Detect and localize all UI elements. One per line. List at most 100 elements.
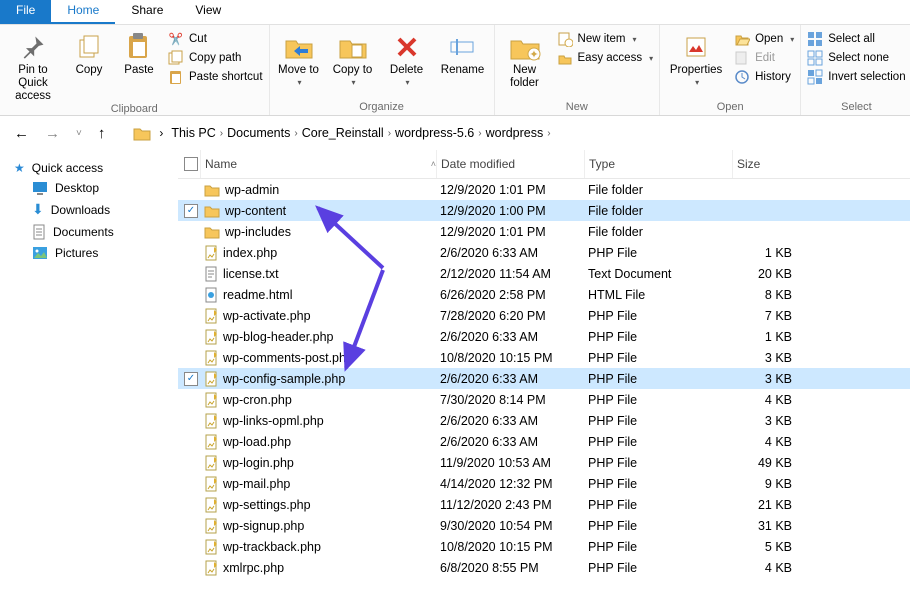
row-checkbox[interactable]: ✓ — [184, 372, 198, 386]
select-all-checkbox[interactable] — [184, 157, 198, 171]
file-size: 1 KB — [732, 330, 802, 344]
breadcrumb-item[interactable]: Core_Reinstall — [302, 126, 384, 140]
back-button[interactable]: ← — [10, 125, 33, 142]
file-row[interactable]: wp-comments-post.php10/8/2020 10:15 PMPH… — [178, 347, 910, 368]
file-row[interactable]: wp-blog-header.php2/6/2020 6:33 AMPHP Fi… — [178, 326, 910, 347]
desktop-icon — [32, 181, 48, 195]
file-size: 1 KB — [732, 246, 802, 260]
select-none-button[interactable]: Select none — [807, 50, 905, 66]
pin-to-quick-button[interactable]: Pin to Quick access — [6, 27, 60, 103]
file-row[interactable]: wp-links-opml.php2/6/2020 6:33 AMPHP Fil… — [178, 410, 910, 431]
file-row[interactable]: index.php2/6/2020 6:33 AMPHP File1 KB — [178, 242, 910, 263]
file-size: 49 KB — [732, 456, 802, 470]
file-type: PHP File — [584, 519, 732, 533]
file-type: File folder — [584, 204, 732, 218]
edit-button[interactable]: Edit — [734, 50, 794, 66]
file-name: wp-activate.php — [223, 309, 311, 323]
sidebar-downloads[interactable]: ⬇Downloads — [14, 198, 178, 221]
properties-icon — [680, 31, 712, 63]
tab-file[interactable]: File — [0, 0, 51, 24]
svg-text:✦: ✦ — [529, 49, 538, 61]
file-date: 10/8/2020 10:15 PM — [436, 540, 584, 554]
sidebar-desktop[interactable]: Desktop — [14, 178, 178, 198]
file-date: 6/8/2020 8:55 PM — [436, 561, 584, 575]
properties-button[interactable]: Properties▾ — [666, 27, 726, 87]
php-icon — [204, 434, 218, 450]
breadcrumb-item[interactable]: wordpress — [486, 126, 544, 140]
breadcrumb-item[interactable]: wordpress-5.6 — [395, 126, 474, 140]
easy-access-button[interactable]: Easy access▾ — [557, 50, 654, 66]
file-row[interactable]: xmlrpc.php6/8/2020 8:55 PMPHP File4 KB — [178, 557, 910, 578]
copy-button[interactable]: Copy — [68, 27, 110, 77]
cut-button[interactable]: ✂️Cut — [168, 31, 263, 47]
breadcrumb-item[interactable]: This PC — [171, 126, 215, 140]
invert-selection-button[interactable]: Invert selection — [807, 69, 905, 85]
paste-shortcut-button[interactable]: Paste shortcut — [168, 69, 263, 85]
tab-view[interactable]: View — [179, 0, 237, 24]
select-all-button[interactable]: Select all — [807, 31, 905, 47]
sidebar-quick-access[interactable]: ★Quick access — [14, 158, 178, 178]
col-name[interactable]: Name˄ — [200, 150, 436, 178]
file-row[interactable]: wp-settings.php11/12/2020 2:43 PMPHP Fil… — [178, 494, 910, 515]
file-name: wp-comments-post.php — [223, 351, 353, 365]
file-row[interactable]: ✓wp-content12/9/2020 1:00 PMFile folder — [178, 200, 910, 221]
file-name: xmlrpc.php — [223, 561, 284, 575]
history-button[interactable]: History — [734, 69, 794, 85]
php-icon — [204, 329, 218, 345]
breadcrumb-item[interactable]: Documents — [227, 126, 290, 140]
up-button[interactable]: ↑ — [94, 125, 110, 142]
chevron-down-icon: ▾ — [298, 78, 302, 87]
file-row[interactable]: wp-signup.php9/30/2020 10:54 PMPHP File3… — [178, 515, 910, 536]
open-button[interactable]: Open▾ — [734, 31, 794, 47]
file-size: 20 KB — [732, 267, 802, 281]
folder-icon — [133, 125, 151, 141]
folder-icon — [204, 225, 220, 239]
pin-icon — [17, 31, 49, 63]
recent-button[interactable]: ˅ — [72, 128, 86, 139]
move-to-button[interactable]: Move to▾ — [276, 27, 322, 87]
file-type: PHP File — [584, 309, 732, 323]
new-folder-icon: ✦ — [509, 31, 541, 63]
column-headers: Name˄ Date modified Type Size — [178, 150, 910, 179]
file-size: 3 KB — [732, 351, 802, 365]
row-checkbox[interactable]: ✓ — [184, 204, 198, 218]
file-row[interactable]: wp-admin12/9/2020 1:01 PMFile folder — [178, 179, 910, 200]
forward-button[interactable]: → — [41, 125, 64, 142]
file-date: 2/6/2020 6:33 AM — [436, 414, 584, 428]
delete-button[interactable]: Delete▾ — [384, 27, 430, 87]
paste-button[interactable]: Paste — [118, 27, 160, 77]
txt-icon — [204, 266, 218, 282]
new-item-button[interactable]: New item▾ — [557, 31, 654, 47]
sidebar-pictures[interactable]: Pictures — [14, 243, 178, 263]
file-row[interactable]: wp-login.php11/9/2020 10:53 AMPHP File49… — [178, 452, 910, 473]
file-size: 21 KB — [732, 498, 802, 512]
file-size: 3 KB — [732, 414, 802, 428]
rename-button[interactable]: Rename — [438, 27, 488, 77]
file-row[interactable]: license.txt2/12/2020 11:54 AMText Docume… — [178, 263, 910, 284]
copy-to-button[interactable]: Copy to▾ — [330, 27, 376, 87]
open-icon — [734, 31, 750, 47]
file-row[interactable]: ✓wp-config-sample.php2/6/2020 6:33 AMPHP… — [178, 368, 910, 389]
file-type: PHP File — [584, 330, 732, 344]
col-date[interactable]: Date modified — [436, 150, 584, 178]
new-folder-button[interactable]: ✦New folder — [501, 27, 549, 90]
copy-path-button[interactable]: Copy path — [168, 50, 263, 66]
sidebar-documents[interactable]: Documents — [14, 221, 178, 243]
breadcrumb[interactable]: This PC›Documents›Core_Reinstall›wordpre… — [171, 126, 550, 140]
file-row[interactable]: wp-trackback.php10/8/2020 10:15 PMPHP Fi… — [178, 536, 910, 557]
file-type: HTML File — [584, 288, 732, 302]
file-row[interactable]: wp-mail.php4/14/2020 12:32 PMPHP File9 K… — [178, 473, 910, 494]
paste-shortcut-icon — [168, 69, 184, 85]
file-row[interactable]: wp-load.php2/6/2020 6:33 AMPHP File4 KB — [178, 431, 910, 452]
col-size[interactable]: Size — [732, 150, 802, 178]
file-size: 4 KB — [732, 393, 802, 407]
tab-share[interactable]: Share — [115, 0, 179, 24]
tab-home[interactable]: Home — [51, 0, 115, 24]
col-type[interactable]: Type — [584, 150, 732, 178]
file-size: 7 KB — [732, 309, 802, 323]
file-row[interactable]: readme.html6/26/2020 2:58 PMHTML File8 K… — [178, 284, 910, 305]
file-row[interactable]: wp-cron.php7/30/2020 8:14 PMPHP File4 KB — [178, 389, 910, 410]
file-row[interactable]: wp-activate.php7/28/2020 6:20 PMPHP File… — [178, 305, 910, 326]
group-select-label: Select — [807, 101, 905, 115]
file-row[interactable]: wp-includes12/9/2020 1:01 PMFile folder — [178, 221, 910, 242]
